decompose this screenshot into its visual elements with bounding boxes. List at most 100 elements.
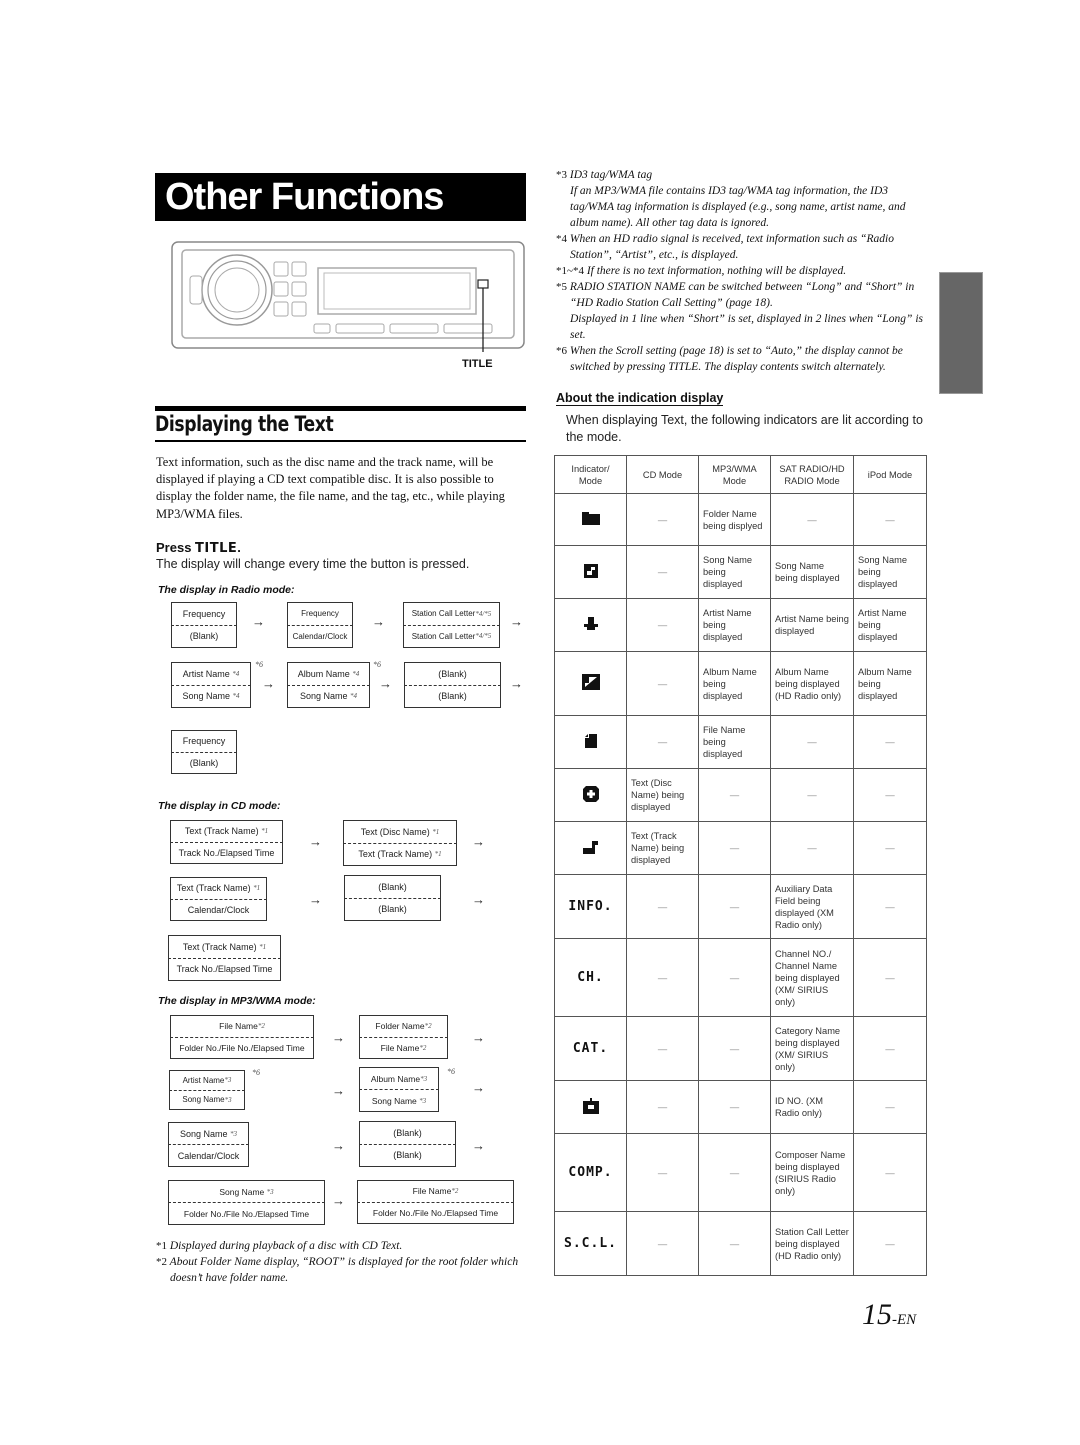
table-row: S.C.L. — — Station Call Letter being displa… xyxy=(554,1211,927,1276)
footnote-text: If an MP3/WMA file contains ID3 tag/WMA … xyxy=(570,185,906,229)
ipod-mode-cell: — xyxy=(853,768,927,822)
footnote-ref: *1 xyxy=(259,942,267,951)
header-ipod-mode: iPod Mode xyxy=(853,455,927,494)
footnote-ref: *1 xyxy=(253,884,261,893)
sat-mode-cell: Album Name being displayed (HD Radio onl… xyxy=(770,651,854,716)
flow-arrow: → xyxy=(309,834,322,849)
footnote-text: About Folder Name display, “ROOT” is dis… xyxy=(169,1256,519,1284)
cd-mode-cell: — xyxy=(626,493,699,546)
footnote-item: *1 Displayed during playback of a disc w… xyxy=(156,1238,528,1254)
box-line-top: Text (Track Name) xyxy=(184,826,259,837)
cd-mode-cell: — xyxy=(626,938,699,1017)
page-number-suffix: -EN xyxy=(892,1312,917,1328)
mp3-display-box: Song Name *3 Folder No./File No./Elapsed… xyxy=(168,1180,325,1225)
track-icon xyxy=(582,840,600,857)
table-row: — Folder Name being displyed — — xyxy=(554,493,927,546)
info-indicator-icon: INFO. xyxy=(568,898,613,914)
footnote-item: *4 When an HD radio signal is received, … xyxy=(556,231,926,263)
file-icon xyxy=(584,733,598,751)
footnote-ref: *4 xyxy=(352,669,360,678)
ipod-mode-cell: — xyxy=(853,715,927,769)
cd-display-box: Text (Track Name) *1 Track No./Elapsed T… xyxy=(170,820,283,864)
box-line-bottom: (Blank) xyxy=(393,1150,422,1161)
indicator-table: Indicator/ Mode CD Mode MP3/WMA Mode SAT… xyxy=(554,455,927,1276)
section-rule-bottom xyxy=(155,440,526,442)
footnote-item: *3 ID3 tag/WMA tag If an MP3/WMA file con… xyxy=(556,167,926,231)
table-row: — — ID NO. (XM Radio only) — xyxy=(554,1080,927,1134)
mp3-display-box: File Name *2 Folder No./File No./Elapsed … xyxy=(170,1015,314,1059)
indicator-cell xyxy=(554,651,627,716)
footnote-ref: *2 xyxy=(424,1022,432,1031)
page-number-value: 15 xyxy=(862,1298,892,1331)
table-row: — Artist Name being displayed Artist Name … xyxy=(554,598,927,652)
box-line-bottom: Track No./Elapsed Time xyxy=(178,847,275,858)
cd-mode-cell: — xyxy=(626,715,699,769)
cd-mode-cell: — xyxy=(626,1016,699,1081)
header-indicator: Indicator/ Mode xyxy=(554,455,627,494)
box-line-top: (Blank) xyxy=(438,668,467,679)
indicator-cell xyxy=(554,715,627,769)
mp3-mode-heading: The display in MP3/WMA mode: xyxy=(158,995,316,1007)
cd-mode-cell: — xyxy=(626,1133,699,1212)
footnote-ref: *1 xyxy=(432,827,440,836)
footnote-ref: *3 xyxy=(224,1076,232,1085)
box-line-bottom: File Name xyxy=(380,1042,420,1053)
box-line-bottom: Folder No./File No./Elapsed Time xyxy=(179,1042,305,1053)
radio-display-box: Frequency (Blank) xyxy=(171,602,237,648)
ipod-mode-cell: Album Name being displayed xyxy=(853,651,927,716)
mp3-mode-cell: Album Name being displayed xyxy=(698,651,771,716)
flow-arrow: → xyxy=(472,892,485,907)
mp3-display-box: (Blank) (Blank) xyxy=(359,1121,456,1167)
footnote-item: *1~*4 If there is no text information, n… xyxy=(556,263,926,279)
footnote-ref: *2 xyxy=(451,1187,459,1196)
box-line-bottom: (Blank) xyxy=(438,691,467,702)
indicator-cell: INFO. xyxy=(554,874,627,939)
footnote-ref: *6 xyxy=(255,660,263,669)
box-line-top: (Blank) xyxy=(393,1127,422,1138)
cd-mode-cell: Text (Track Name) being displayed xyxy=(626,821,699,875)
footnote-text: ID3 tag/WMA tag xyxy=(569,169,653,181)
footnote-text: Displayed during playback of a disc with… xyxy=(169,1240,403,1252)
footnote-text: When an HD radio signal is received, tex… xyxy=(569,233,894,261)
footnote-ref: *3 xyxy=(230,1129,238,1138)
flow-arrow: → xyxy=(309,892,322,907)
ipod-mode-cell: — xyxy=(853,1080,927,1134)
footnote-ref: *4 xyxy=(232,692,240,701)
ipod-mode-cell: — xyxy=(853,1133,927,1212)
footnote-ref: *3 xyxy=(266,1187,274,1196)
mp3-mode-cell: — xyxy=(698,1080,771,1134)
box-line-bottom: Folder No./File No./Elapsed Time xyxy=(183,1208,310,1219)
mp3-mode-cell: Song Name being displayed xyxy=(698,545,771,599)
indicator-cell xyxy=(554,821,627,875)
header-sat-mode: SAT RADIO/HD RADIO Mode xyxy=(770,455,854,494)
cat-indicator-icon: CAT. xyxy=(572,1040,609,1056)
song-icon xyxy=(583,563,599,581)
disc-icon xyxy=(582,785,600,805)
box-line-bottom: Calendar/Clock xyxy=(187,904,250,915)
radio-display-box: Frequency (Blank) xyxy=(171,730,237,774)
ipod-mode-cell: Song Name being displayed xyxy=(853,545,927,599)
box-line-top: Artist Name xyxy=(182,668,230,679)
table-row: COMP. — — Composer Name being displayed (SI… xyxy=(554,1133,927,1212)
album-icon xyxy=(581,674,601,693)
ipod-mode-cell: Artist Name being displayed xyxy=(853,598,927,652)
table-header-row: Indicator/ Mode CD Mode MP3/WMA Mode SAT… xyxy=(554,455,927,494)
flow-arrow: → xyxy=(510,614,523,629)
box-line-top: File Name xyxy=(412,1186,452,1197)
flow-arrow: → xyxy=(332,1030,345,1045)
indicator-cell xyxy=(554,545,627,599)
sat-mode-cell: Composer Name being displayed (SIRIUS Ra… xyxy=(770,1133,854,1212)
sat-mode-cell: — xyxy=(770,821,854,875)
indicator-cell xyxy=(554,768,627,822)
cd-display-box: Text (Track Name) *1 Calendar/Clock xyxy=(170,877,267,921)
ipod-mode-cell: — xyxy=(853,1016,927,1081)
mp3-mode-cell: — xyxy=(698,1133,771,1212)
box-line-bottom: Song Name xyxy=(182,1095,225,1105)
cd-display-box: (Blank) (Blank) xyxy=(344,875,441,921)
sat-mode-cell: Category Name being displayed (XM/ SIRIU… xyxy=(770,1016,854,1081)
footnote-ref: *6 xyxy=(447,1067,455,1076)
page-title: Other Functions xyxy=(155,173,526,221)
mp3-mode-cell: — xyxy=(698,874,771,939)
ipod-mode-cell: — xyxy=(853,1211,927,1276)
radio-display-box: Frequency Calendar/Clock xyxy=(287,602,353,648)
